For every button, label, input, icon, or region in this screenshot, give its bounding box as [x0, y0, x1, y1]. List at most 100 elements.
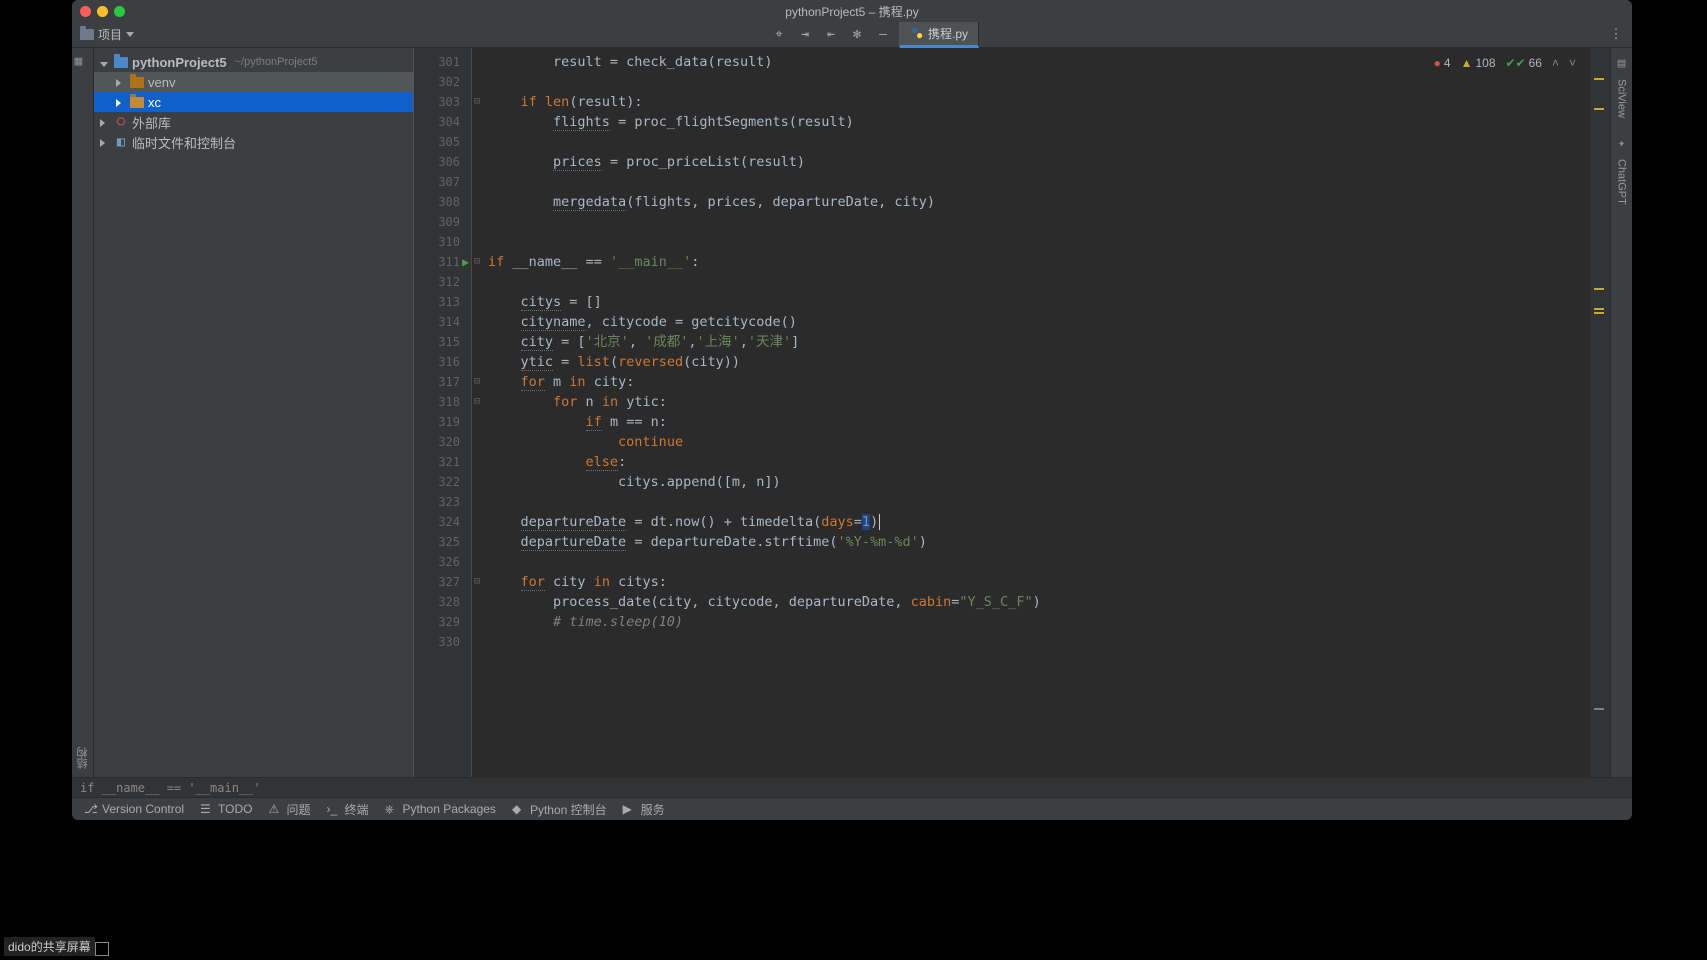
more-icon[interactable]: ⋮	[1608, 27, 1624, 43]
code-line[interactable]: prices = proc_priceList(result)	[488, 152, 805, 172]
code-line[interactable]: cityname, citycode = getcitycode()	[488, 312, 797, 332]
code-line[interactable]: for n in ytic:	[488, 392, 667, 412]
line-number[interactable]: 305	[414, 132, 460, 152]
code-line[interactable]: continue	[488, 432, 683, 452]
line-number[interactable]: 316	[414, 352, 460, 372]
code-line[interactable]: result = check_data(result)	[488, 52, 772, 72]
code-line[interactable]: ytic = list(reversed(city))	[488, 352, 740, 372]
fold-icon[interactable]: ⊟	[474, 92, 480, 112]
code-line[interactable]: process_date(city, citycode, departureDa…	[488, 592, 1041, 612]
bottom-tab-services[interactable]: ▶服务	[617, 799, 671, 820]
zoom-icon[interactable]	[114, 6, 125, 17]
line-number[interactable]: 306	[414, 152, 460, 172]
code-line[interactable]: city = ['北京', '成都','上海','天津']	[488, 332, 799, 352]
line-number[interactable]: 314	[414, 312, 460, 332]
line-number[interactable]: 322	[414, 472, 460, 492]
expand-icon[interactable]: ⇥	[797, 27, 813, 43]
run-gutter-icon[interactable]: ▶	[462, 252, 469, 272]
fold-icon[interactable]: ⊟	[474, 392, 480, 412]
code-line[interactable]: for city in citys:	[488, 572, 667, 592]
line-number[interactable]: 328	[414, 592, 460, 612]
share-label: dido的共享屏幕	[4, 937, 95, 956]
line-number[interactable]: 325	[414, 532, 460, 552]
line-number[interactable]: 324	[414, 512, 460, 532]
right-tab-chatgpt[interactable]: ChatGPT	[1616, 159, 1628, 205]
line-number[interactable]: 304	[414, 112, 460, 132]
tab-active[interactable]: 携程.py	[900, 22, 979, 48]
tree-item-xc[interactable]: xc	[94, 92, 413, 112]
line-number[interactable]: 321	[414, 452, 460, 472]
line-number[interactable]: 323	[414, 492, 460, 512]
project-tree[interactable]: pythonProject5 ~/pythonProject5 venv xc …	[94, 48, 414, 777]
folder-icon	[80, 29, 94, 40]
titlebar[interactable]: pythonProject5 – 携程.py	[72, 0, 1632, 22]
line-number[interactable]: 326	[414, 552, 460, 572]
fold-gutter	[472, 48, 486, 777]
line-number[interactable]: 313	[414, 292, 460, 312]
line-number[interactable]: 303	[414, 92, 460, 112]
line-number[interactable]: 318	[414, 392, 460, 412]
fold-icon[interactable]: ⊟	[474, 572, 480, 592]
breadcrumb[interactable]: if __name__ == '__main__'	[72, 777, 1632, 797]
code-line[interactable]: if len(result):	[488, 92, 642, 112]
tree-root[interactable]: pythonProject5 ~/pythonProject5	[94, 52, 413, 72]
editor[interactable]: 301302303⊟304305306307308309310311▶⊟3123…	[414, 48, 1610, 777]
line-number[interactable]: 309	[414, 212, 460, 232]
settings-icon[interactable]: ✻	[849, 27, 865, 43]
window-title: pythonProject5 – 携程.py	[785, 3, 918, 20]
code-line[interactable]: departureDate = dt.now() + timedelta(day…	[488, 512, 880, 532]
code-line[interactable]: if m == n:	[488, 412, 667, 432]
code-line[interactable]: # time.sleep(10)	[488, 612, 683, 632]
project-selector[interactable]: 项目	[72, 26, 142, 43]
fold-icon[interactable]: ⊟	[474, 372, 480, 392]
code-line[interactable]: flights = proc_flightSegments(result)	[488, 112, 854, 132]
line-number[interactable]: 315	[414, 332, 460, 352]
line-number[interactable]: 312	[414, 272, 460, 292]
bottom-tab-todo[interactable]: ☰TODO	[194, 800, 258, 818]
line-number[interactable]: 307	[414, 172, 460, 192]
line-number[interactable]: 302	[414, 72, 460, 92]
structure-label[interactable]: 结构	[75, 747, 91, 769]
inspection-widget[interactable]: ●4 ▲108 ✔✔66 ˄ ˅	[1428, 54, 1582, 72]
bottom-tab-vcs[interactable]: ⎇Version Control	[78, 800, 190, 818]
code-line[interactable]: for m in city:	[488, 372, 634, 392]
library-icon: ⎔	[114, 115, 128, 129]
line-number[interactable]: 310	[414, 232, 460, 252]
locate-icon[interactable]: ⌖	[771, 27, 787, 43]
line-number[interactable]: 308	[414, 192, 460, 212]
tree-item-scratch[interactable]: ◧ 临时文件和控制台	[94, 132, 413, 152]
services-icon: ▶	[623, 802, 637, 816]
line-number[interactable]: 327	[414, 572, 460, 592]
chevron-down-icon[interactable]: ˅	[1569, 56, 1576, 70]
close-icon[interactable]	[80, 6, 91, 17]
line-number[interactable]: 311	[414, 252, 460, 272]
chat-icon[interactable]: ✦	[1618, 136, 1626, 151]
code-line[interactable]: citys = []	[488, 292, 602, 312]
code-line[interactable]: departureDate = departureDate.strftime('…	[488, 532, 927, 552]
line-number[interactable]: 329	[414, 612, 460, 632]
line-number[interactable]: 320	[414, 432, 460, 452]
code-line[interactable]: else:	[488, 452, 626, 472]
line-number[interactable]: 301	[414, 52, 460, 72]
project-tool-icon[interactable]: ▦	[75, 54, 91, 70]
code-line[interactable]: citys.append([m, n])	[488, 472, 781, 492]
minimize-icon[interactable]	[97, 6, 108, 17]
db-icon[interactable]: ▤	[1618, 56, 1626, 71]
tree-item-venv[interactable]: venv	[94, 72, 413, 92]
line-number[interactable]: 319	[414, 412, 460, 432]
chevron-up-icon[interactable]: ˄	[1552, 56, 1559, 70]
tree-item-external[interactable]: ⎔ 外部库	[94, 112, 413, 132]
bottom-tab-pypkg[interactable]: ⎈Python Packages	[379, 800, 502, 818]
line-number[interactable]: 317	[414, 372, 460, 392]
code-line[interactable]: mergedata(flights, prices, departureDate…	[488, 192, 935, 212]
code-line[interactable]: if __name__ == '__main__':	[488, 252, 699, 272]
collapse-icon[interactable]: ⇤	[823, 27, 839, 43]
bottom-tab-problems[interactable]: ⚠问题	[263, 799, 317, 820]
hide-icon[interactable]: ―	[875, 27, 891, 43]
bottom-tab-terminal[interactable]: ›_终端	[321, 799, 375, 820]
line-number[interactable]: 330	[414, 632, 460, 652]
fold-icon[interactable]: ⊟	[474, 252, 480, 272]
error-stripe[interactable]	[1590, 48, 1610, 777]
right-tab-sciview[interactable]: SciView	[1616, 79, 1628, 118]
bottom-tab-pyconsole[interactable]: ◆Python 控制台	[506, 799, 613, 820]
